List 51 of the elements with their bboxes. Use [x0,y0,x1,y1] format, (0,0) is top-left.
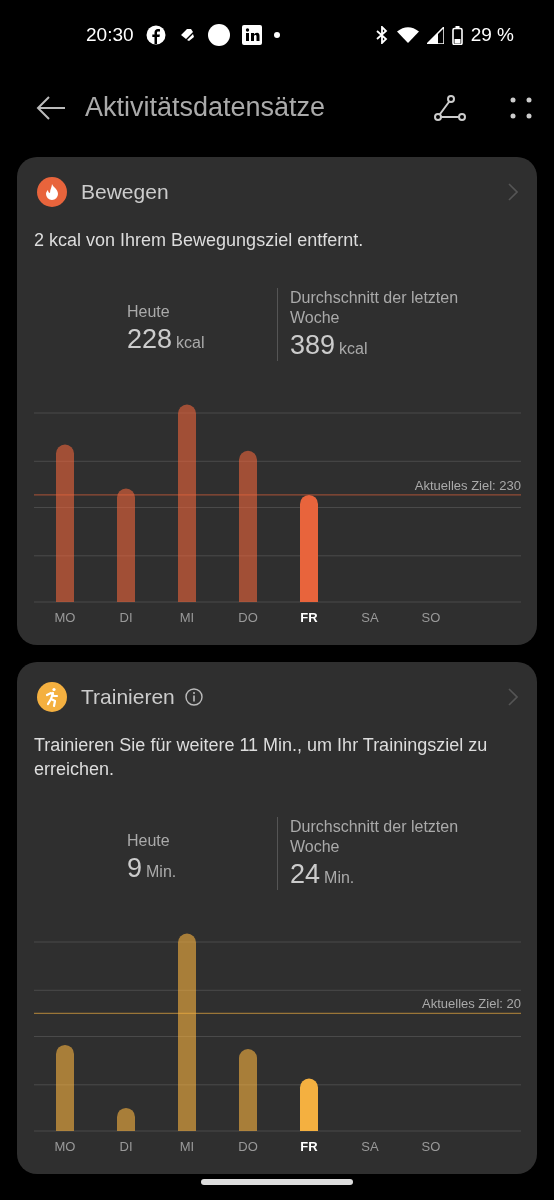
signal-icon [426,26,444,44]
battery-icon [451,25,463,45]
average-value: 24 [290,859,321,891]
average-value: 389 [290,330,336,362]
bar [117,1108,135,1132]
activity-card[interactable]: Trainieren Trainieren Sie für weitere 11 Min., um Ihr Trainingsziel zu erreichen. Heute 9 Min. Durchschnitt der letzten Woche 24 Min. Aktuelles Ziel: 20 MO DI MI DO FR SA SO [17,662,537,1175]
day-label[interactable]: SO [421,1139,441,1155]
battery-percentage: 29 % [470,24,514,47]
circle-icon [207,24,230,47]
day-label[interactable]: MO [54,1139,76,1155]
day-label[interactable]: MO [54,610,76,626]
bar [300,1078,318,1132]
bluetooth-icon [374,26,389,45]
back-arrow-icon[interactable] [36,95,66,120]
day-label[interactable]: SA [361,610,379,626]
today-label: Heute [127,831,171,852]
day-label[interactable]: SO [421,610,441,626]
day-label[interactable]: MI [179,1139,195,1155]
goal-message: Trainieren Sie für weitere 11 Min., um Ihr Trainingsziel zu erreichen. [34,734,489,782]
goal-message: 2 kcal von Ihrem Bewegungsziel entfernt. [34,229,365,253]
square-app-icon [241,25,262,46]
day-label[interactable]: FR [300,610,318,626]
average-label: Durchschnitt der letzten Woche [290,288,460,329]
today-label: Heute [127,302,171,323]
card-title: Bewegen [81,180,169,205]
day-label[interactable]: DO [238,1139,258,1155]
share-icon[interactable] [434,94,466,121]
average-label: Durchschnitt der letzten Woche [290,817,460,858]
day-label[interactable]: DO [238,610,258,626]
card-title: Trainieren [81,685,175,710]
notification-circle-icon [145,25,166,46]
goal-label: Aktuelles Ziel: 20 [422,996,521,1012]
goal-label: Aktuelles Ziel: 230 [414,478,521,493]
average-unit: kcal [339,340,368,359]
today-unit: Min. [146,863,177,882]
activity-card[interactable]: Bewegen 2 kcal von Ihrem Bewegungsziel entfernt. Heute 228 kcal Durchschnitt der letzten Woche 389 kcal Aktuelles Ziel: 230 MO DI MI DO FR SA SO [17,157,537,646]
day-label[interactable]: FR [300,1139,318,1155]
day-label[interactable]: SA [361,1139,379,1155]
info-icon[interactable] [184,688,203,707]
dot-icon [273,32,280,39]
day-label[interactable]: DI [119,610,133,626]
today-value: 9 [127,853,143,885]
day-label[interactable]: DI [119,1139,133,1155]
page-title: Aktivitätsdatensätze [85,92,327,124]
day-label[interactable]: MI [179,610,195,626]
more-options-icon[interactable] [510,96,532,119]
status-time: 20:30 [86,24,134,47]
wifi-icon [396,27,419,44]
today-unit: kcal [176,334,205,353]
average-unit: Min. [324,869,355,888]
today-value: 228 [127,324,173,356]
